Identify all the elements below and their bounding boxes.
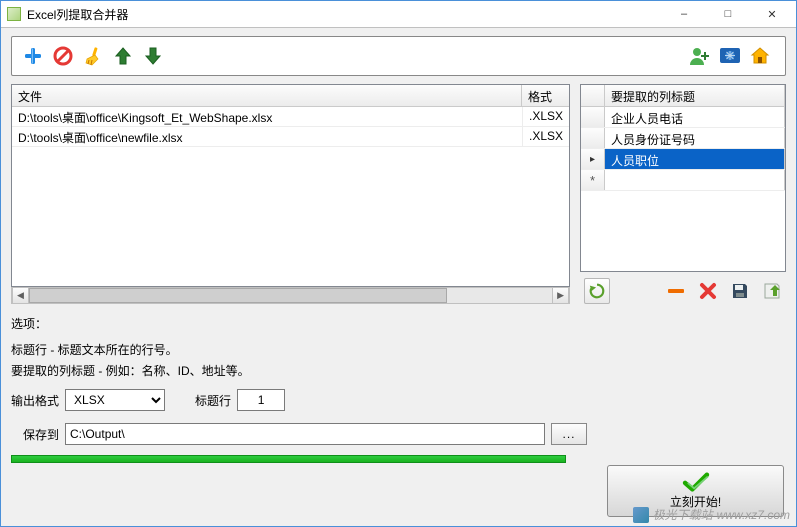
- move-up-button[interactable]: [110, 43, 136, 69]
- output-format-select[interactable]: XLSX: [65, 389, 165, 411]
- row-selector[interactable]: [581, 170, 605, 190]
- file-grid-body: D:\tools\桌面\office\Kingsoft_Et_WebShape.…: [12, 107, 569, 286]
- save-to-row: 保存到 ...: [11, 423, 786, 445]
- title-bar: Excel列提取合并器 – □ ✕: [1, 1, 796, 28]
- window-controls: – □ ✕: [662, 1, 794, 27]
- account-button[interactable]: [687, 43, 713, 69]
- window-title: Excel列提取合并器: [27, 6, 662, 23]
- remove-file-button[interactable]: [50, 43, 76, 69]
- save-to-input[interactable]: [65, 423, 545, 445]
- refresh-icon: [588, 282, 606, 300]
- save-columns-button[interactable]: [726, 278, 754, 304]
- browse-button-label: ...: [563, 427, 576, 441]
- column-list-panel: 要提取的列标题 企业人员电话 人员身份证号码 人员职位: [580, 84, 786, 304]
- home-button[interactable]: [747, 43, 773, 69]
- start-button[interactable]: 立刻开始!: [607, 465, 784, 517]
- file-grid[interactable]: 文件 格式 D:\tools\桌面\office\Kingsoft_Et_Web…: [11, 84, 570, 287]
- home-icon: [750, 46, 770, 66]
- minimize-button[interactable]: –: [662, 1, 706, 27]
- start-button-label: 立刻开始!: [670, 493, 721, 510]
- scroll-right-icon[interactable]: ▶: [552, 288, 569, 303]
- arrow-down-icon: [143, 46, 163, 66]
- row-selector[interactable]: [581, 149, 605, 169]
- load-columns-button[interactable]: [758, 278, 786, 304]
- column-grid-header: 要提取的列标题: [581, 85, 785, 107]
- row-selector-header: [581, 85, 605, 106]
- flag-icon: [719, 46, 741, 66]
- cell-file: D:\tools\桌面\office\newfile.xlsx: [12, 127, 522, 146]
- cell-format: .XLSX: [522, 127, 569, 146]
- progress-bar: [11, 455, 566, 463]
- column-cell[interactable]: 企业人员电话: [605, 107, 785, 127]
- table-row[interactable]: D:\tools\桌面\office\Kingsoft_Et_WebShape.…: [12, 107, 569, 127]
- save-to-label: 保存到: [23, 426, 59, 443]
- language-button[interactable]: [717, 43, 743, 69]
- checkmark-icon: [682, 472, 710, 492]
- column-toolbar: [580, 278, 786, 304]
- row-selector[interactable]: [581, 128, 605, 148]
- file-grid-header: 文件 格式: [12, 85, 569, 107]
- column-cell[interactable]: 人员身份证号码: [605, 128, 785, 148]
- file-list-panel: 文件 格式 D:\tools\桌面\office\Kingsoft_Et_Web…: [11, 84, 570, 304]
- header-row-input[interactable]: [237, 389, 285, 411]
- col-header-title[interactable]: 要提取的列标题: [605, 85, 785, 106]
- column-grid[interactable]: 要提取的列标题 企业人员电话 人员身份证号码 人员职位: [580, 84, 786, 272]
- arrow-up-icon: [113, 46, 133, 66]
- cell-format: .XLSX: [522, 107, 569, 126]
- column-row-new[interactable]: [581, 170, 785, 191]
- main-split: 文件 格式 D:\tools\桌面\office\Kingsoft_Et_Web…: [11, 84, 786, 304]
- header-row-label: 标题行: [195, 392, 231, 409]
- column-row[interactable]: 人员身份证号码: [581, 128, 785, 149]
- column-row[interactable]: 企业人员电话: [581, 107, 785, 128]
- options-label: 选项：: [11, 314, 786, 334]
- column-row-selected[interactable]: 人员职位: [581, 149, 785, 170]
- app-icon: [7, 7, 21, 21]
- user-add-icon: [689, 46, 711, 66]
- browse-button[interactable]: ...: [551, 423, 587, 445]
- main-toolbar: [11, 36, 786, 76]
- open-icon: [762, 281, 782, 301]
- file-grid-hscroll[interactable]: ◀ ▶: [11, 287, 570, 304]
- forbid-icon: [53, 46, 73, 66]
- close-button[interactable]: ✕: [750, 1, 794, 27]
- reload-columns-button[interactable]: [584, 278, 610, 304]
- output-format-label: 输出格式: [11, 392, 59, 409]
- broom-icon: [83, 46, 103, 66]
- move-down-button[interactable]: [140, 43, 166, 69]
- column-cell[interactable]: [605, 170, 785, 190]
- content-area: 文件 格式 D:\tools\桌面\office\Kingsoft_Et_Web…: [1, 28, 796, 526]
- plus-icon: [23, 46, 43, 66]
- remove-column-button[interactable]: [662, 278, 690, 304]
- row-selector[interactable]: [581, 107, 605, 127]
- add-file-button[interactable]: [20, 43, 46, 69]
- clear-columns-button[interactable]: [694, 278, 722, 304]
- table-row[interactable]: D:\tools\桌面\office\newfile.xlsx .XLSX: [12, 127, 569, 147]
- delete-icon: [698, 281, 718, 301]
- options-line2: 要提取的列标题 - 例如：名称、ID、地址等。: [11, 361, 786, 381]
- col-header-file[interactable]: 文件: [12, 85, 522, 106]
- cell-file: D:\tools\桌面\office\Kingsoft_Et_WebShape.…: [12, 107, 522, 126]
- maximize-button[interactable]: □: [706, 1, 750, 27]
- col-header-format[interactable]: 格式: [522, 85, 569, 106]
- options-text: 选项： 标题行 - 标题文本所在的行号。 要提取的列标题 - 例如：名称、ID、…: [11, 314, 786, 381]
- save-icon: [730, 281, 750, 301]
- scroll-left-icon[interactable]: ◀: [12, 288, 29, 303]
- column-cell[interactable]: 人员职位: [605, 149, 785, 169]
- clear-button[interactable]: [80, 43, 106, 69]
- output-format-row: 输出格式 XLSX 标题行: [11, 389, 786, 411]
- minus-icon: [666, 281, 686, 301]
- options-line1: 标题行 - 标题文本所在的行号。: [11, 340, 786, 360]
